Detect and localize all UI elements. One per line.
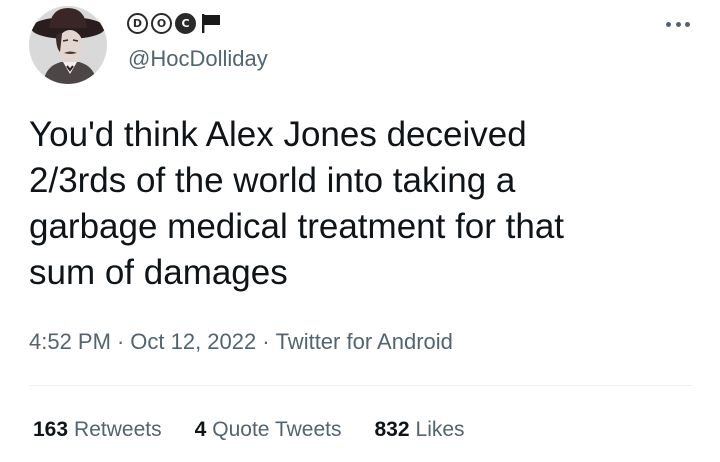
likes-count: 832: [374, 418, 410, 441]
display-name-letter: D: [127, 12, 148, 34]
likes-stat[interactable]: 832 Likes: [374, 414, 464, 446]
quote-tweets-count: 4: [194, 418, 207, 441]
engagement-stats: 163 Retweets 4 Quote Tweets 832 Likes: [33, 414, 465, 446]
display-name-letter: O: [151, 12, 172, 34]
tweet-metadata: 4:52 PM · Oct 12, 2022 · Twitter for Android: [29, 326, 453, 358]
avatar-image: [29, 6, 107, 84]
quote-tweets-label: Quote Tweets: [212, 418, 342, 441]
more-options-icon[interactable]: [666, 14, 690, 34]
tweet-date[interactable]: Oct 12, 2022: [130, 329, 256, 354]
likes-label: Likes: [415, 418, 465, 441]
more-dot: [675, 21, 681, 27]
avatar[interactable]: [29, 6, 107, 84]
more-dot: [685, 21, 690, 27]
tweet-source[interactable]: Twitter for Android: [276, 329, 453, 354]
tweet-time[interactable]: 4:52 PM: [29, 329, 111, 354]
flag-icon: [202, 14, 220, 33]
more-dot: [666, 21, 671, 27]
meta-separator: ·: [262, 329, 270, 354]
user-handle[interactable]: @HocDolliday: [128, 44, 268, 74]
retweets-stat[interactable]: 163 Retweets: [33, 414, 162, 446]
retweets-count: 163: [33, 418, 69, 441]
display-name[interactable]: D O C: [127, 10, 222, 36]
tweet-text: You'd think Alex Jones deceived 2/3rds o…: [29, 115, 565, 292]
meta-separator: ·: [116, 329, 125, 354]
tweet-card: D O C @HocDolliday You'd think Alex Jone…: [0, 0, 720, 462]
quote-tweets-stat[interactable]: 4 Quote Tweets: [195, 414, 342, 446]
divider: [29, 385, 693, 386]
retweets-label: Retweets: [74, 418, 162, 441]
display-name-letter: C: [175, 12, 196, 34]
